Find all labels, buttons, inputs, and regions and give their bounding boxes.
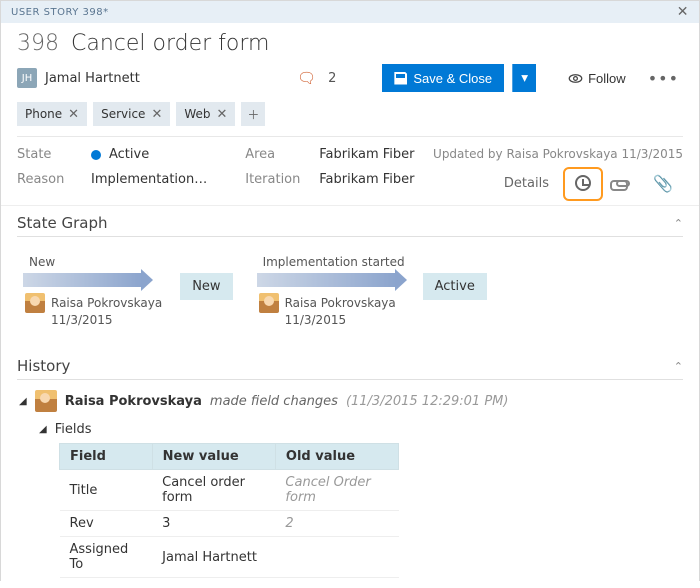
- add-tag-button[interactable]: ＋: [241, 102, 265, 126]
- col-field: Field: [60, 444, 153, 470]
- iteration-label: Iteration: [245, 172, 305, 187]
- tags-row: Phone ✕ Service ✕ Web ✕ ＋: [1, 102, 699, 136]
- tag-service[interactable]: Service ✕: [93, 102, 170, 126]
- transition-arrow-icon: [257, 273, 397, 287]
- tag-label: Web: [184, 107, 210, 121]
- field-changes-table: Field New value Old value Title Cancel o…: [59, 443, 399, 578]
- area-label: Area: [245, 147, 305, 162]
- save-dropdown-button[interactable]: ▾: [512, 64, 536, 92]
- table-row: Rev 3 2: [60, 511, 399, 537]
- collapse-icon[interactable]: ⌃: [674, 360, 683, 373]
- cell-old-value: [275, 537, 398, 578]
- history-panel: State Graph ⌃ New Raisa Pokrovskaya 11/3…: [1, 205, 699, 588]
- cell-field: Rev: [60, 511, 153, 537]
- cell-old-value: Cancel Order form: [275, 470, 398, 511]
- save-icon: [394, 72, 407, 85]
- cell-field: Title: [60, 470, 153, 511]
- cell-old-value: 2: [275, 511, 398, 537]
- follow-label: Follow: [588, 71, 626, 86]
- col-new-value: New value: [152, 444, 275, 470]
- attachment-icon: 📎: [653, 174, 673, 193]
- state-graph: New Raisa Pokrovskaya 11/3/2015 New Impl…: [17, 237, 683, 337]
- fields-row: State Active Reason Implementation… Area Fa…: [1, 137, 699, 205]
- transition-author: Raisa Pokrovskaya: [51, 296, 162, 310]
- transition-date: 11/3/2015: [285, 313, 405, 327]
- meta-row: JH Jamal Hartnett 🗨 2 Save & Close ▾ Fol…: [1, 62, 699, 102]
- state-node-active: Active: [423, 273, 487, 300]
- state-graph-header[interactable]: State Graph ⌃: [17, 208, 683, 237]
- tag-remove-icon[interactable]: ✕: [151, 107, 162, 122]
- iteration-value[interactable]: Fabrikam Fiber: [319, 172, 414, 187]
- fields-subsection[interactable]: ◢ Fields: [17, 418, 683, 443]
- avatar: [259, 293, 279, 313]
- tag-label: Service: [101, 107, 145, 121]
- collapse-icon[interactable]: ⌃: [674, 217, 683, 230]
- history-icon: [575, 175, 591, 191]
- history-entry[interactable]: ◢ Raisa Pokrovskaya made field changes (…: [17, 380, 683, 418]
- save-button-label: Save & Close: [413, 71, 492, 86]
- eye-icon: [568, 71, 583, 86]
- transition-author: Raisa Pokrovskaya: [285, 296, 396, 310]
- link-icon: [616, 180, 630, 187]
- reason-value[interactable]: Implementation…: [91, 172, 207, 187]
- state-value[interactable]: Active: [91, 147, 149, 162]
- updated-note: Updated by Raisa Pokrovskaya 11/3/2015 D…: [433, 147, 683, 201]
- title-row: 398 Cancel order form: [1, 23, 699, 62]
- state-node-new: New: [180, 273, 232, 300]
- state-dot-icon: [91, 150, 101, 160]
- tag-web[interactable]: Web ✕: [176, 102, 235, 126]
- col-old-value: Old value: [275, 444, 398, 470]
- discussion-icon[interactable]: 🗨: [297, 69, 316, 87]
- tab-details[interactable]: Details: [490, 167, 563, 201]
- history-author: Raisa Pokrovskaya: [65, 394, 202, 409]
- close-icon[interactable]: ✕: [677, 4, 689, 20]
- window-strip: USER STORY 398* ✕: [1, 1, 699, 23]
- table-row: Title Cancel order form Cancel Order for…: [60, 470, 399, 511]
- chevron-down-icon: ▾: [521, 70, 528, 86]
- transition-label: New: [29, 255, 162, 269]
- avatar: [25, 293, 45, 313]
- avatar: [35, 390, 57, 412]
- follow-button[interactable]: Follow: [558, 64, 636, 92]
- tag-remove-icon[interactable]: ✕: [217, 107, 228, 122]
- tab-links[interactable]: [603, 167, 643, 201]
- save-and-close-button[interactable]: Save & Close: [382, 64, 504, 92]
- tab-history[interactable]: [563, 167, 603, 201]
- expand-icon[interactable]: ◢: [19, 396, 27, 407]
- tag-label: Phone: [25, 107, 62, 121]
- work-item-type-label: USER STORY 398*: [11, 7, 109, 18]
- cell-new-value: 3: [152, 511, 275, 537]
- state-label: State: [17, 147, 77, 162]
- cell-new-value: Cancel order form: [152, 470, 275, 511]
- more-actions-icon[interactable]: •••: [644, 69, 683, 88]
- transition-arrow-icon: [23, 273, 143, 287]
- table-header-row: Field New value Old value: [60, 444, 399, 470]
- reason-label: Reason: [17, 172, 77, 187]
- tab-attachments[interactable]: 📎: [643, 167, 683, 201]
- assigned-avatar: JH: [17, 68, 37, 88]
- transition-label: Implementation started: [263, 255, 405, 269]
- work-item-id: 398: [17, 31, 59, 56]
- cell-field: Assigned To: [60, 537, 153, 578]
- subsection-title: Fields: [55, 422, 92, 437]
- assigned-to-name[interactable]: Jamal Hartnett: [45, 71, 140, 86]
- work-item-title[interactable]: Cancel order form: [71, 31, 269, 56]
- cell-new-value: Jamal Hartnett: [152, 537, 275, 578]
- table-row: Assigned To Jamal Hartnett: [60, 537, 399, 578]
- area-value[interactable]: Fabrikam Fiber: [319, 147, 414, 162]
- history-timestamp: (11/3/2015 12:29:01 PM): [346, 394, 509, 409]
- section-title: State Graph: [17, 214, 107, 232]
- tag-remove-icon[interactable]: ✕: [68, 107, 79, 122]
- expand-icon[interactable]: ◢: [39, 424, 47, 435]
- discussion-count[interactable]: 2: [328, 71, 336, 86]
- section-title: History: [17, 357, 70, 375]
- transition-date: 11/3/2015: [51, 313, 162, 327]
- history-section-header[interactable]: History ⌃: [17, 351, 683, 380]
- history-action: made field changes: [210, 394, 338, 409]
- tag-phone[interactable]: Phone ✕: [17, 102, 87, 126]
